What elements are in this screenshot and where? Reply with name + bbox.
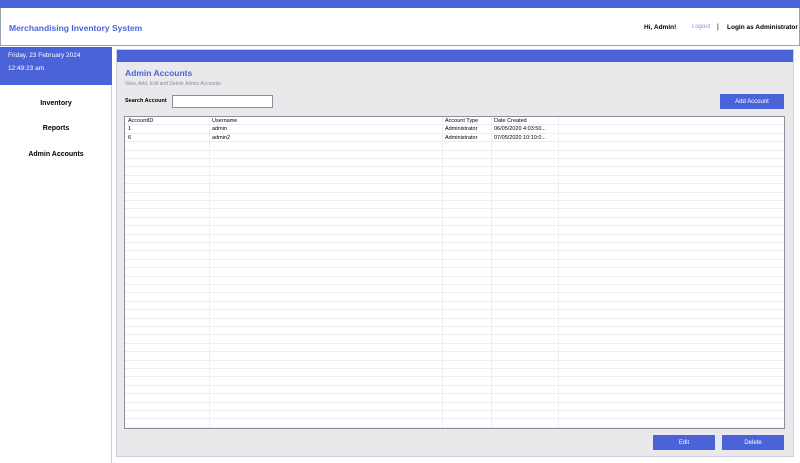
empty-table-row — [125, 218, 784, 227]
empty-table-row — [125, 285, 784, 294]
column-header-account-id[interactable]: AccountID — [125, 117, 209, 125]
empty-table-row — [125, 251, 784, 260]
empty-table-row — [125, 193, 784, 201]
empty-table-row — [125, 209, 784, 218]
empty-table-row — [125, 142, 784, 151]
empty-table-row — [125, 184, 784, 193]
current-date: Friday, 23 February 2024 — [8, 52, 81, 59]
empty-table-row — [125, 277, 784, 285]
empty-table-row — [125, 386, 784, 395]
table-row[interactable]: 6 admin2 Administrator 07/05/2020 10:10:0..… — [125, 134, 784, 143]
table-header-row: AccountID Username Account Type Date Cre… — [125, 117, 784, 126]
empty-table-row — [125, 201, 784, 210]
table-cell: 6 — [128, 134, 132, 141]
empty-table-row — [125, 344, 784, 353]
empty-table-row — [125, 403, 784, 411]
column-header-account-type[interactable]: Account Type — [442, 117, 491, 125]
login-status: Login as Administrator — [727, 24, 798, 31]
app-header: Merchandising Inventory System Hi, Admin… — [0, 8, 800, 46]
sidebar-item-reports[interactable]: Reports — [0, 125, 112, 132]
top-accent-bar — [0, 0, 800, 8]
empty-table-row — [125, 302, 784, 311]
table-cell: Administrator — [445, 126, 478, 133]
empty-table-row — [125, 167, 784, 176]
empty-table-row — [125, 369, 784, 378]
search-label: Search Account — [125, 98, 167, 104]
empty-table-row — [125, 243, 784, 252]
add-account-button[interactable]: Add Account — [720, 94, 784, 109]
empty-table-row — [125, 394, 784, 403]
page-subtitle: View, Add, Edit and Delete Admin Account… — [125, 81, 221, 87]
empty-table-row — [125, 352, 784, 361]
empty-table-row — [125, 411, 784, 420]
sidebar-item-admin-accounts[interactable]: Admin Accounts — [0, 151, 112, 158]
main-panel: Admin Accounts View, Add, Edit and Delet… — [116, 49, 794, 457]
app-title: Merchandising Inventory System — [9, 23, 143, 33]
empty-table-row — [125, 319, 784, 327]
table-cell: 06/05/2020 4:03:50... — [494, 126, 546, 133]
table-cell: admin — [212, 126, 227, 133]
empty-table-row — [125, 310, 784, 319]
table-cell: 1 — [128, 126, 132, 133]
empty-table-row — [125, 235, 784, 243]
empty-table-row — [125, 176, 784, 185]
datetime-panel: Friday, 23 February 2024 12:49:23 am — [0, 47, 112, 85]
table-cell: admin2 — [212, 134, 231, 141]
empty-table-row — [125, 159, 784, 168]
page-title: Admin Accounts — [125, 68, 193, 78]
empty-table-row — [125, 226, 784, 235]
table-cell: Administrator — [445, 134, 478, 141]
table-row[interactable]: 1 admin Administrator 06/05/2020 4:03:50... — [125, 125, 784, 134]
empty-table-row — [125, 335, 784, 344]
empty-table-row — [125, 428, 784, 429]
empty-table-row — [125, 361, 784, 369]
empty-table-row — [125, 260, 784, 269]
panel-header-bar — [117, 50, 793, 62]
empty-table-row — [125, 268, 784, 277]
sidebar: Friday, 23 February 2024 12:49:23 am Inv… — [0, 47, 112, 463]
header-separator: | — [717, 24, 719, 31]
sidebar-item-inventory[interactable]: Inventory — [0, 100, 112, 107]
empty-table-row — [125, 327, 784, 336]
empty-table-row — [125, 151, 784, 159]
column-header-date-created[interactable]: Date Created — [491, 117, 558, 125]
table-cell: 07/05/2020 10:10:0... — [494, 134, 546, 141]
delete-button[interactable]: Delete — [722, 435, 784, 450]
logout-link[interactable]: Logout — [692, 24, 710, 30]
accounts-table[interactable]: AccountID Username Account Type Date Cre… — [124, 116, 785, 429]
empty-table-row — [125, 293, 784, 302]
current-time: 12:49:23 am — [8, 65, 45, 72]
empty-table-row — [125, 377, 784, 386]
empty-table-row — [125, 419, 784, 428]
user-greeting: Hi, Admin! — [644, 24, 677, 31]
search-input[interactable] — [172, 95, 273, 108]
edit-button[interactable]: Edit — [653, 435, 715, 450]
column-header-username[interactable]: Username — [209, 117, 442, 125]
